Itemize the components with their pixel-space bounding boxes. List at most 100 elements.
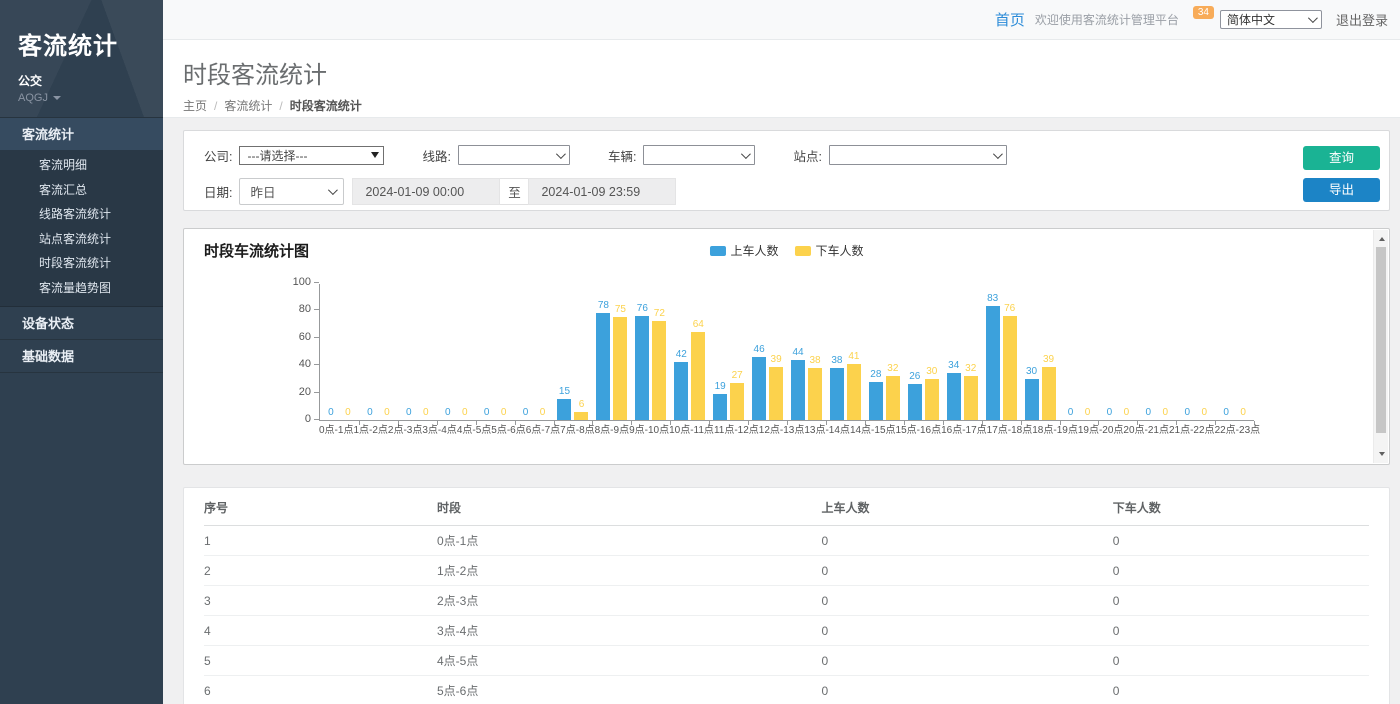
company-select-value: ---请选择---	[247, 147, 307, 164]
legend-label-boarding: 上车人数	[730, 242, 778, 259]
chart-plot: 1008060402000000000000001567875767242641…	[319, 284, 1254, 421]
bar-group: 00	[359, 284, 398, 420]
content-area: 公司: ---请选择--- 线路: 车辆: 站点: 日期: 昨日	[163, 118, 1400, 704]
sidebar-item-base-data[interactable]: 基础数据	[0, 340, 163, 373]
bar-boarding: 0	[1102, 284, 1116, 420]
col-header-index: 序号	[204, 488, 437, 526]
user-menu[interactable]: AQGJ	[18, 92, 163, 104]
bar-alighting: 76	[1003, 284, 1017, 420]
bar	[613, 317, 627, 420]
bar-alighting: 32	[886, 284, 900, 420]
x-axis-label: 15点-16点	[896, 425, 942, 437]
language-select[interactable]: 简体中文	[1220, 10, 1322, 29]
table-cell: 0	[1113, 526, 1369, 556]
table-row: 43点-4点00	[204, 616, 1369, 646]
sidebar-item-passenger-detail[interactable]: 客流明细	[0, 153, 163, 178]
line-select[interactable]	[458, 145, 570, 165]
bar-value-label: 0	[367, 408, 373, 418]
notification-badge[interactable]: 34	[1193, 6, 1214, 19]
date-end-input[interactable]: 2024-01-09 23:59	[528, 178, 676, 205]
bar-alighting: 0	[1119, 284, 1133, 420]
breadcrumb-passenger-stats[interactable]: 客流统计	[224, 97, 272, 114]
table-cell: 2	[204, 556, 437, 586]
bar-value-label: 0	[1107, 408, 1113, 418]
table-cell: 0	[1113, 586, 1369, 616]
bar-value-label: 39	[1043, 355, 1054, 365]
bar	[752, 357, 766, 420]
bar-group: 00	[437, 284, 476, 420]
scroll-up-button[interactable]	[1374, 232, 1389, 246]
x-axis-label: 4点-5点	[457, 425, 491, 437]
bar-value-label: 0	[1124, 408, 1130, 418]
chart-panel: 时段车流统计图 上车人数 下车人数 1008060402000000000000…	[183, 228, 1390, 465]
bar	[964, 376, 978, 420]
bar	[769, 367, 783, 420]
station-select[interactable]	[829, 145, 1007, 165]
x-axis-label: 1点-2点	[353, 425, 387, 437]
sidebar-item-passenger-stats[interactable]: 客流统计	[0, 117, 163, 150]
date-start-input[interactable]: 2024-01-09 00:00	[352, 178, 500, 205]
bar-value-label: 6	[579, 400, 585, 410]
bar-value-label: 38	[809, 356, 820, 366]
chart-scrollbar[interactable]	[1373, 230, 1388, 463]
breadcrumb-home[interactable]: 主页	[183, 97, 207, 114]
bar-alighting: 39	[1042, 284, 1056, 420]
date-range-select[interactable]: 昨日	[239, 178, 344, 205]
bar	[1025, 379, 1039, 420]
table-body: 10点-1点0021点-2点0032点-3点0043点-4点0054点-5点00…	[204, 526, 1369, 704]
table-panel: 序号 时段 上车人数 下车人数 10点-1点0021点-2点0032点-3点00…	[183, 487, 1390, 704]
x-axis-label: 6点-7点	[526, 425, 560, 437]
bar-group: 8376	[982, 284, 1021, 420]
bar-value-label: 19	[715, 382, 726, 392]
bar-alighting: 0	[1236, 284, 1250, 420]
y-axis-tick	[314, 309, 319, 310]
scrollbar-thumb[interactable]	[1376, 247, 1386, 433]
bar	[947, 373, 961, 420]
bar-boarding: 0	[480, 284, 494, 420]
filter-panel: 公司: ---请选择--- 线路: 车辆: 站点: 日期: 昨日	[183, 130, 1390, 211]
bar-alighting: 32	[964, 284, 978, 420]
table-cell: 5点-6点	[437, 676, 821, 704]
chevron-down-icon	[328, 185, 338, 195]
company-select[interactable]: ---请选择---	[239, 146, 384, 165]
date-range-value: 昨日	[250, 182, 275, 201]
sidebar-item-line-stats[interactable]: 线路客流统计	[0, 202, 163, 227]
scroll-down-button[interactable]	[1374, 447, 1389, 461]
line-label: 线路:	[422, 146, 450, 165]
bar-value-label: 0	[423, 408, 429, 418]
logout-link[interactable]: 退出登录	[1336, 10, 1388, 29]
bar-value-label: 0	[1163, 408, 1169, 418]
sidebar-item-period-stats[interactable]: 时段客流统计	[0, 251, 163, 276]
arrow-up-icon	[1379, 237, 1385, 241]
bar-value-label: 30	[926, 367, 937, 377]
sidebar-item-station-stats[interactable]: 站点客流统计	[0, 227, 163, 252]
y-axis-tick	[314, 364, 319, 365]
chart-legend: 上车人数 下车人数	[709, 242, 863, 259]
chart-title: 时段车流统计图	[204, 240, 309, 261]
chart-x-axis-labels: 0点-1点1点-2点2点-3点3点-4点4点-5点5点-6点6点-7点7点-8点…	[319, 425, 1254, 437]
sidebar-item-device-status[interactable]: 设备状态	[0, 307, 163, 340]
bar-value-label: 15	[559, 387, 570, 397]
export-button[interactable]: 导出	[1303, 178, 1380, 202]
legend-item-alighting[interactable]: 下车人数	[795, 242, 864, 259]
vehicle-select[interactable]	[643, 145, 755, 165]
y-axis-tick	[314, 282, 319, 283]
welcome-text: 欢迎使用客流统计管理平台	[1035, 11, 1179, 28]
bar-value-label: 0	[1201, 408, 1207, 418]
legend-swatch-boarding	[709, 246, 725, 256]
bar-value-label: 0	[406, 408, 412, 418]
table-cell: 5	[204, 646, 437, 676]
x-axis-label: 0点-1点	[319, 425, 353, 437]
query-button[interactable]: 查询	[1303, 146, 1380, 170]
home-link[interactable]: 首页	[995, 9, 1025, 30]
bar	[557, 399, 571, 420]
sidebar-item-passenger-summary[interactable]: 客流汇总	[0, 178, 163, 203]
breadcrumb-current: 时段客流统计	[290, 97, 362, 114]
bar-value-label: 0	[384, 408, 390, 418]
table-cell: 4	[204, 616, 437, 646]
legend-item-boarding[interactable]: 上车人数	[709, 242, 778, 259]
bar-boarding: 30	[1025, 284, 1039, 420]
sidebar-item-trend-chart[interactable]: 客流量趋势图	[0, 276, 163, 301]
bar-group: 3841	[826, 284, 865, 420]
table-cell: 0	[821, 616, 1112, 646]
